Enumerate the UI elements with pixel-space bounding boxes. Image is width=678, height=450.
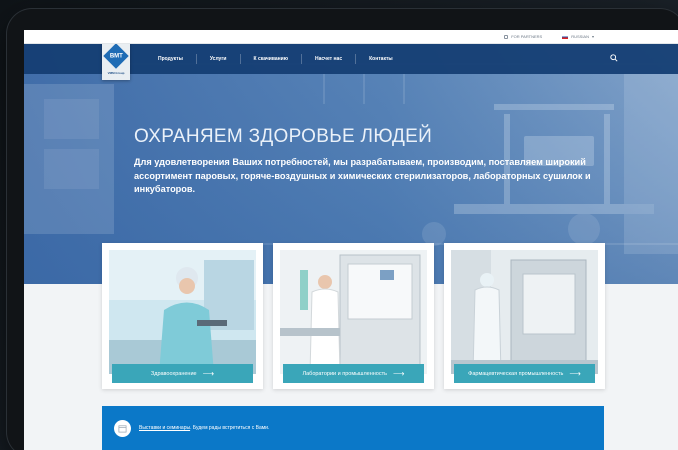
events-link[interactable]: Выставки и семинары xyxy=(139,425,190,431)
arrow-right-icon: ⟶ xyxy=(393,368,405,378)
language-selector[interactable]: RUSSIAN ▾ xyxy=(562,34,594,39)
card-laboratories[interactable]: Лаборатории и промышленность ⟶ xyxy=(273,243,434,389)
browser-screen: ОХРАНЯЕМ ЗДОРОВЬЕ ЛЮДЕЙ Для удовлетворен… xyxy=(24,30,678,450)
arrow-right-icon: ⟶ xyxy=(569,368,581,378)
events-text: Выставки и семинары. Будем рады встретит… xyxy=(139,425,269,431)
events-message: . Будем рады встретиться с Вами. xyxy=(190,425,270,431)
utility-bar: FOR PARTNERS RUSSIAN ▾ xyxy=(24,30,678,44)
pharmaceutical-button[interactable]: Фармацевтическая промышленность ⟶ xyxy=(454,364,595,383)
healthcare-button[interactable]: Здравоохранение ⟶ xyxy=(112,364,253,383)
card-healthcare[interactable]: Здравоохранение ⟶ xyxy=(102,243,263,389)
pharmaceutical-photo xyxy=(451,250,598,375)
events-banner: Выставки и семинары. Будем рады встретит… xyxy=(102,406,604,450)
logo-mark: BMT xyxy=(109,53,123,59)
healthcare-label: Здравоохранение xyxy=(150,370,197,377)
laboratories-button[interactable]: Лаборатории и промышленность ⟶ xyxy=(283,364,424,383)
laboratories-label: Лаборатории и промышленность xyxy=(302,370,388,377)
hero-description: Для удовлетворения Ваших потребностей, м… xyxy=(134,157,591,194)
pharmaceutical-label: Фармацевтическая промышленность xyxy=(468,370,564,377)
logo-subtitle: VMM Group xyxy=(107,71,125,75)
lock-icon xyxy=(504,34,509,39)
nav-item-downloads[interactable]: К скачиванию xyxy=(241,54,303,64)
arrow-right-icon: ⟶ xyxy=(202,368,215,378)
language-label: RUSSIAN xyxy=(571,34,589,39)
nav-item-services[interactable]: Услуги xyxy=(197,54,241,64)
main-navigation: BMT VMM Group Продукты Услуги К скачиван… xyxy=(24,40,678,80)
calendar-icon xyxy=(114,419,131,437)
laboratory-photo xyxy=(280,250,427,375)
hero-title: ОХРАНЯЕМ ЗДОРОВЬЕ ЛЮДЕЙ xyxy=(134,126,433,147)
device-frame: ОХРАНЯЕМ ЗДОРОВЬЕ ЛЮДЕЙ Для удовлетворен… xyxy=(6,8,678,450)
category-cards: Здравоохранение ⟶ Лаборатории и промышле… xyxy=(102,243,605,389)
card-pharmaceutical[interactable]: Фармацевтическая промышленность ⟶ xyxy=(444,243,605,389)
partners-link[interactable]: FOR PARTNERS xyxy=(504,34,542,39)
bmt-logo[interactable]: BMT VMM Group xyxy=(102,40,130,80)
partners-label: FOR PARTNERS xyxy=(511,34,543,39)
search-icon[interactable] xyxy=(610,54,618,62)
nav-menu: Продукты Услуги К скачиванию Насчет нас … xyxy=(145,44,406,74)
logo-diamond-icon: BMT xyxy=(103,43,129,69)
healthcare-photo xyxy=(109,250,256,374)
russia-flag-icon xyxy=(562,34,569,39)
nav-item-about[interactable]: Насчет нас xyxy=(302,54,357,64)
nav-item-products[interactable]: Продукты xyxy=(145,54,197,64)
nav-item-contacts[interactable]: Контакты xyxy=(356,54,406,64)
chevron-down-icon: ▾ xyxy=(591,34,594,39)
